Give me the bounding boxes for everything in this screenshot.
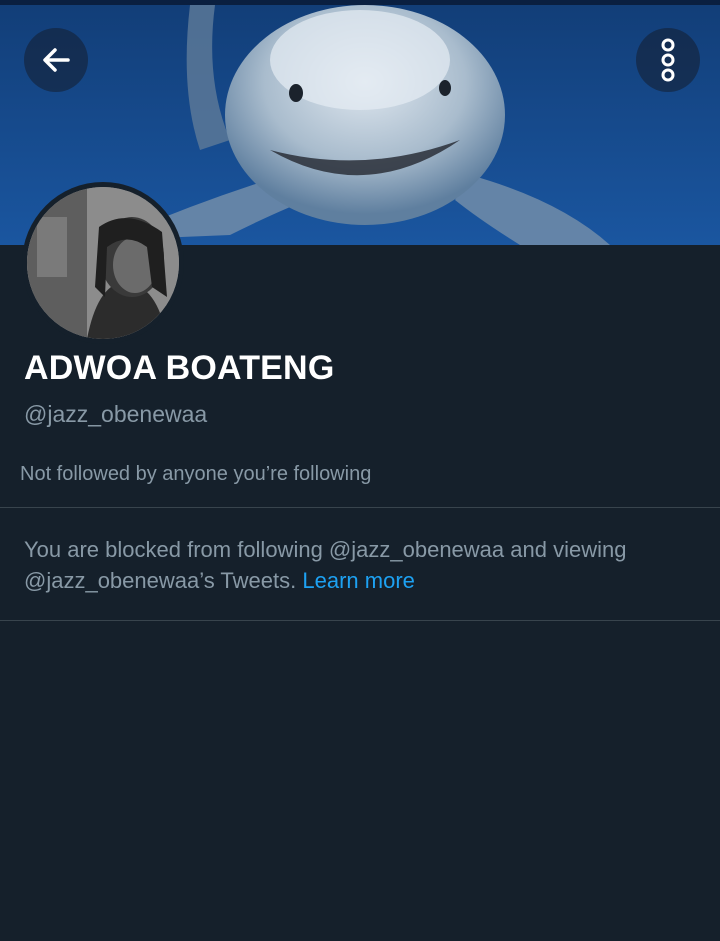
avatar-photo (27, 187, 179, 339)
divider (0, 507, 720, 508)
profile-handle: @jazz_obenewaa (24, 401, 208, 427)
more-options-button[interactable] (636, 28, 700, 92)
blocked-message-line2: @jazz_obenewaa’s Tweets. (24, 568, 297, 593)
vertical-dots-icon (661, 38, 675, 82)
learn-more-link[interactable]: Learn more (302, 568, 415, 593)
avatar[interactable] (22, 182, 184, 344)
arrow-left-icon (43, 48, 70, 72)
back-button[interactable] (24, 28, 88, 92)
divider (0, 620, 720, 621)
blocked-message: You are blocked from following @jazz_obe… (24, 534, 696, 596)
followers-you-know-note: Not followed by anyone you’re following (20, 463, 372, 485)
profile-name: ADWOA BOATENG (24, 349, 335, 387)
blocked-message-line1: You are blocked from following @jazz_obe… (24, 537, 627, 562)
